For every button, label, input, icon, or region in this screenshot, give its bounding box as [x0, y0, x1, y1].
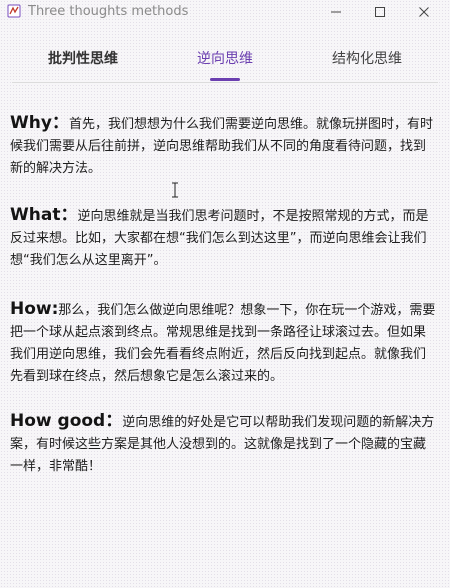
- window-title: Three thoughts methods: [28, 4, 189, 19]
- maximize-icon: [375, 7, 385, 17]
- tab-bar: 批判性思维 逆向思维 结构化思维: [12, 40, 438, 83]
- text-cursor-icon: [172, 182, 178, 198]
- tab-selected-indicator: [210, 78, 240, 81]
- tab-critical-thinking[interactable]: 批判性思维: [12, 40, 154, 82]
- paragraph-how-good: How good：逆向思维的好处是它可以帮助我们发现问题的新解决方案，有时候这些…: [10, 410, 438, 478]
- paragraph-heading: Why：: [10, 113, 69, 133]
- tab-reverse-thinking[interactable]: 逆向思维: [154, 40, 296, 82]
- paragraph-heading: What：: [10, 205, 78, 225]
- minimize-button[interactable]: [314, 0, 358, 24]
- paragraph-body: 那么，我们怎么做逆向思维呢？想象一下，你在玩一个游戏，需要把一个球从起点滚到终点…: [10, 303, 436, 384]
- paragraph-body: 首先，我们想想为什么我们需要逆向思维。就像玩拼图时，有时候我们需要从后往前拼，逆…: [10, 117, 433, 176]
- minimize-icon: [331, 11, 341, 13]
- close-button[interactable]: [402, 0, 446, 24]
- paragraph-how: How:那么，我们怎么做逆向思维呢？想象一下，你在玩一个游戏，需要把一个球从起点…: [10, 298, 438, 388]
- close-icon: [419, 7, 429, 17]
- title-bar: Three thoughts methods: [0, 0, 450, 26]
- tab-structured-thinking[interactable]: 结构化思维: [296, 40, 438, 82]
- paragraph-heading: How:: [10, 299, 59, 319]
- app-icon: [7, 4, 21, 18]
- paragraph-what: What：逆向思维就是当我们思考问题时，不是按照常规的方式，而是反过来想。比如，…: [10, 204, 438, 272]
- maximize-button[interactable]: [358, 0, 402, 24]
- paragraph-heading: How good：: [10, 411, 123, 431]
- paragraph-why: Why：首先，我们想想为什么我们需要逆向思维。就像玩拼图时，有时候我们需要从后往…: [10, 112, 438, 180]
